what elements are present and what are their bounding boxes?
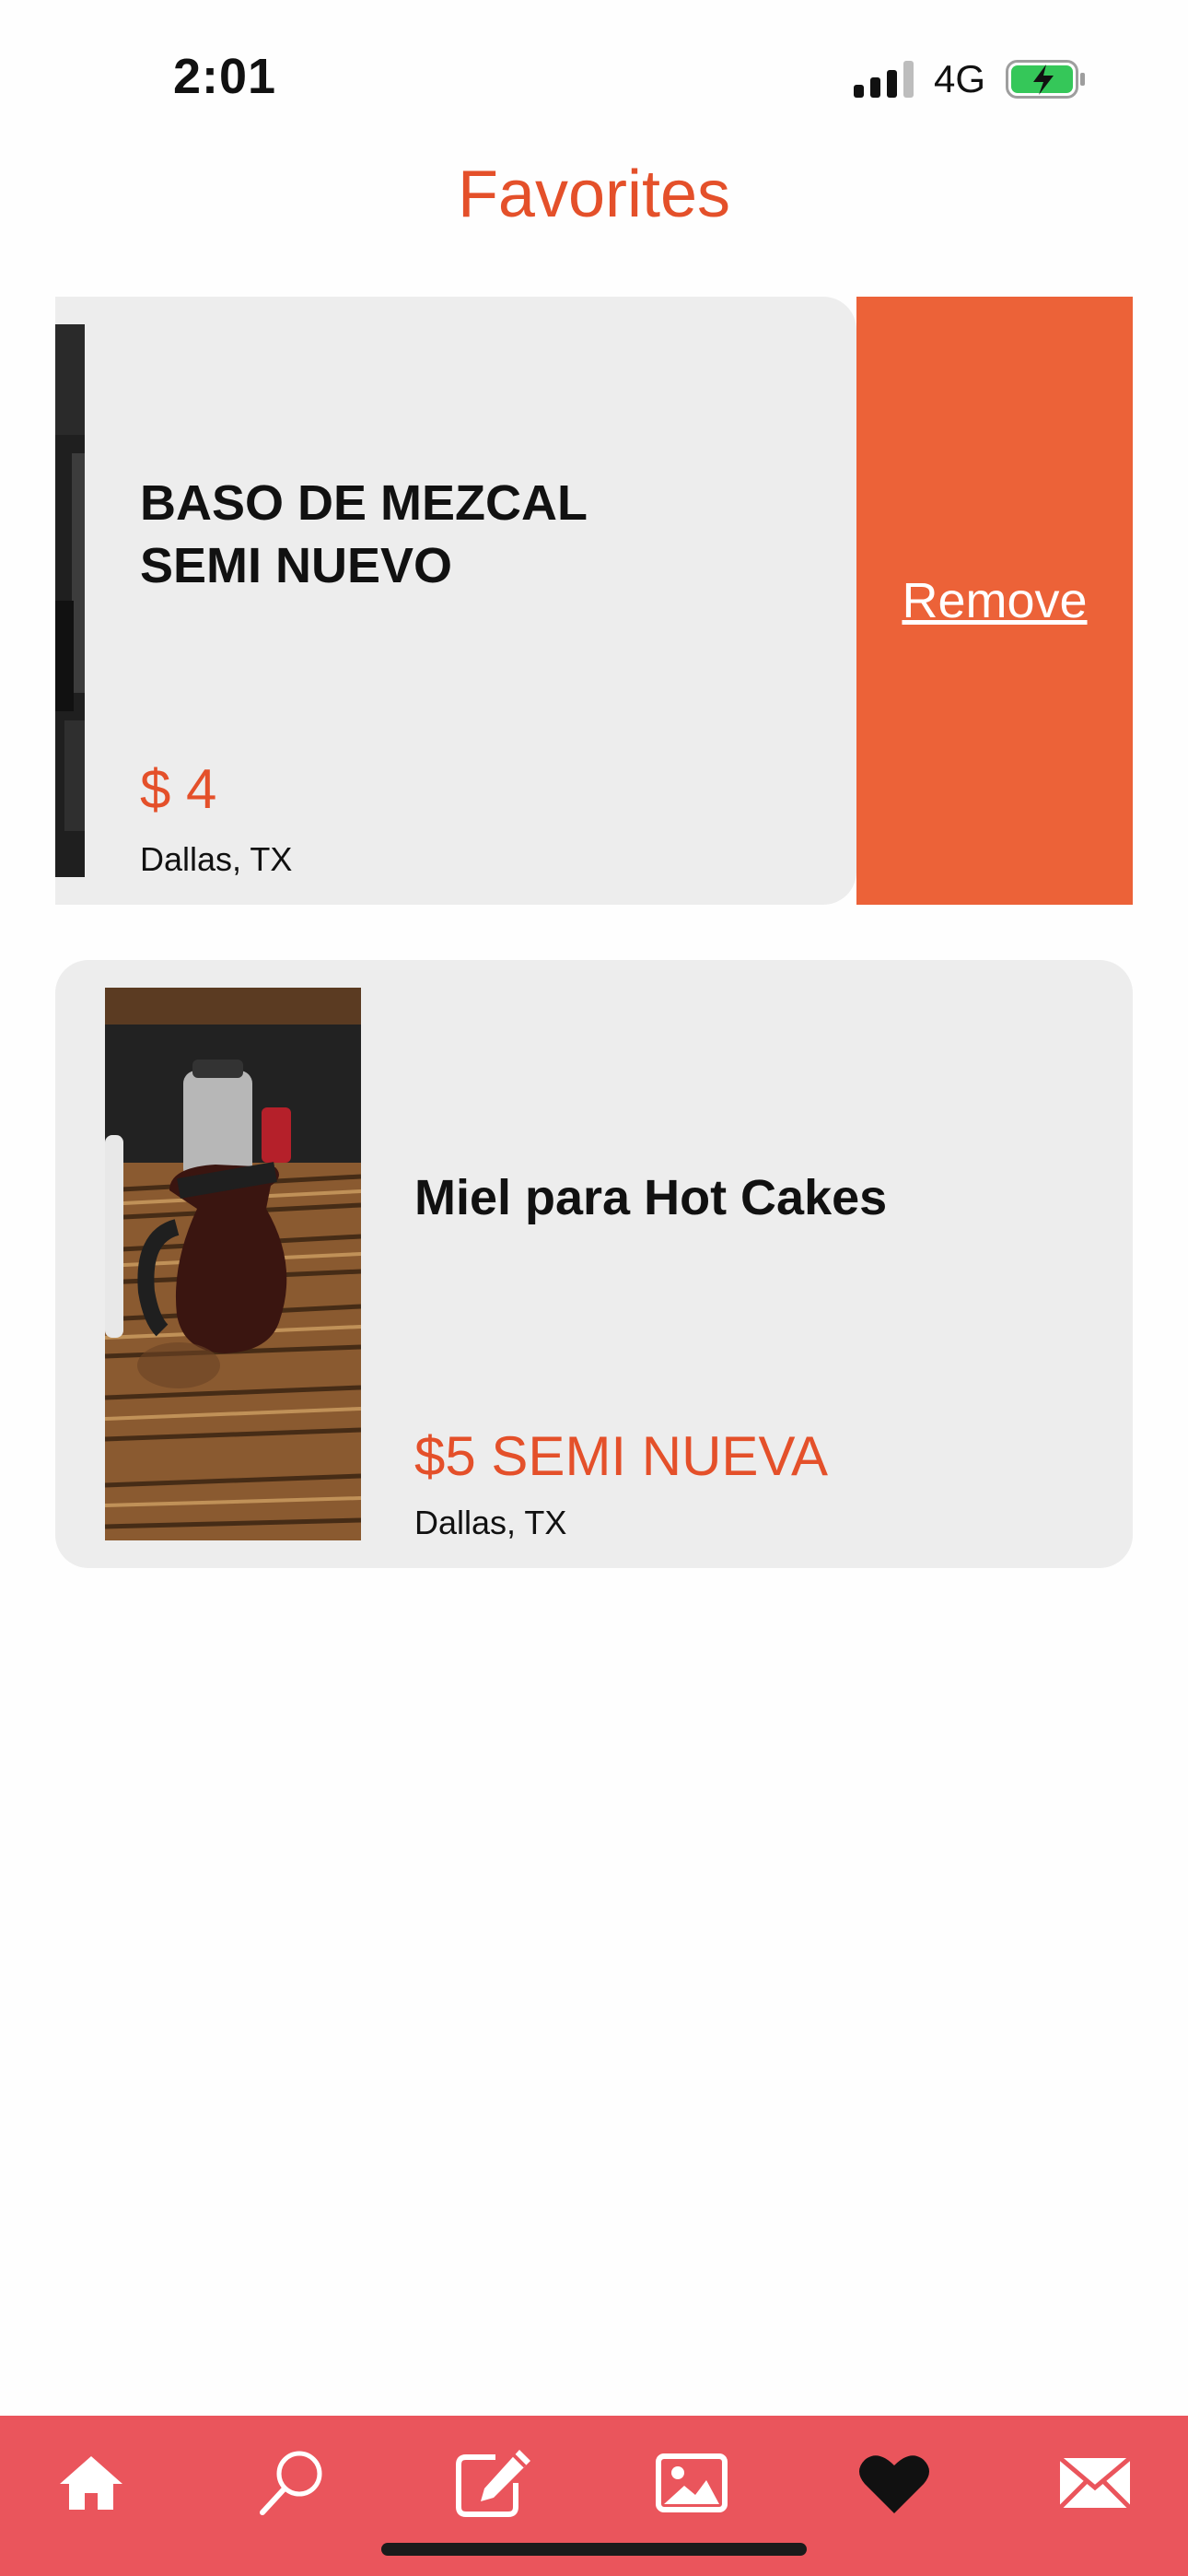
item-location: Dallas, TX (140, 840, 293, 878)
tab-search[interactable] (241, 2441, 343, 2524)
signal-icon (853, 61, 914, 98)
favorite-card[interactable]: BASO DE MEZCAL SEMI NUEVO $ 4 Dallas, TX (55, 297, 856, 905)
tab-favorites[interactable] (844, 2441, 945, 2524)
status-time: 2:01 (173, 49, 277, 104)
home-indicator (381, 2543, 807, 2556)
battery-charging-icon (1006, 60, 1087, 99)
item-photo (105, 988, 361, 1540)
heart-icon (859, 2455, 929, 2513)
gallery-icon (656, 2453, 728, 2512)
item-price: $5 SEMI NUEVA (414, 1425, 829, 1487)
mail-icon (1058, 2456, 1132, 2510)
tab-post[interactable] (442, 2441, 543, 2524)
item-location: Dallas, TX (414, 1504, 567, 1541)
status-indicators: 4G (853, 55, 1087, 103)
status-bar: 2:01 4G (0, 0, 1188, 129)
favorite-card[interactable]: Miel para Hot Cakes $5 SEMI NUEVA Dallas… (55, 960, 1133, 1568)
tab-messages[interactable] (1044, 2441, 1146, 2524)
page-title: Favorites (457, 158, 731, 231)
item-title: Miel para Hot Cakes (414, 1170, 888, 1225)
network-type: 4G (933, 57, 985, 100)
item-photo (55, 324, 85, 877)
remove-button[interactable]: Remove (856, 297, 1133, 905)
home-icon (60, 2456, 122, 2510)
tab-gallery[interactable] (641, 2441, 742, 2524)
item-title: BASO DE MEZCAL SEMI NUEVO (140, 475, 588, 593)
edit-icon (456, 2450, 530, 2517)
remove-button-label: Remove (902, 573, 1088, 628)
tab-home[interactable] (41, 2441, 142, 2524)
item-price: $ 4 (140, 758, 217, 820)
search-icon (260, 2451, 322, 2515)
